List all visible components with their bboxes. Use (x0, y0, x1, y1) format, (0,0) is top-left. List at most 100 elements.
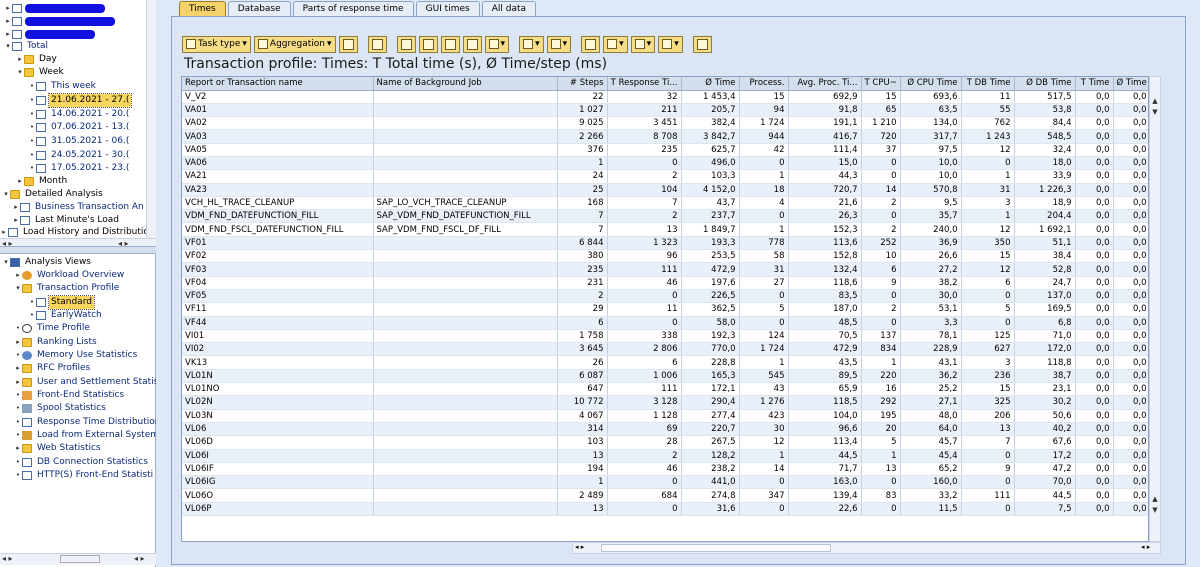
table-cell[interactable]: 83 (861, 488, 901, 503)
table-cell[interactable]: 235 (557, 262, 608, 277)
table-cell[interactable] (373, 262, 558, 277)
table-cell[interactable]: 15 (961, 249, 1015, 264)
table-cell[interactable]: VL01N (182, 369, 374, 384)
table-cell[interactable]: VF05 (182, 289, 374, 304)
table-cell[interactable]: 12 (961, 222, 1015, 237)
table-cell[interactable]: 11 (961, 90, 1015, 104)
table-row[interactable]: VA06 1 0 496,0 0 15,0 0 10,0 0 18,0 0,0 0,0 (182, 156, 1148, 171)
table-cell[interactable]: 172,0 (1014, 342, 1076, 357)
table-row[interactable]: VA03 2 266 8 708 3 842,7 944 416,7 720 317,7 1 2… (182, 129, 1148, 144)
table-cell[interactable]: 13 (557, 502, 608, 517)
table-cell[interactable]: 104,0 (788, 409, 862, 423)
table-cell[interactable]: 944 (739, 129, 789, 144)
table-cell[interactable]: VCH_HL_TRACE_CLEANUP (182, 196, 374, 211)
table-cell[interactable]: 0 (861, 289, 901, 304)
table-cell[interactable]: 317,7 (900, 129, 962, 144)
tab-gui-times[interactable]: GUI times (415, 1, 480, 16)
table-cell[interactable]: 0,0 (1113, 143, 1148, 157)
table-cell[interactable]: 0 (861, 502, 901, 517)
table-cell[interactable]: 193,3 (681, 236, 740, 251)
table-cell[interactable]: 27,2 (900, 262, 962, 277)
table-cell[interactable]: 252 (861, 236, 901, 251)
table-cell[interactable]: 9 (961, 462, 1015, 477)
scroll-thumb[interactable] (60, 555, 100, 563)
table-cell[interactable]: 0,0 (1113, 129, 1148, 144)
table-cell[interactable]: 0,0 (1113, 209, 1148, 224)
table-cell[interactable] (373, 169, 558, 184)
table-cell[interactable]: 6 087 (557, 369, 608, 384)
table-cell[interactable]: VL06 (182, 422, 374, 437)
table-cell[interactable]: 152,3 (788, 222, 862, 237)
table-cell[interactable]: 3 (961, 196, 1015, 211)
table-cell[interactable]: 70,0 (1014, 475, 1076, 490)
table-cell[interactable]: 30 (739, 422, 789, 437)
table-cell[interactable] (373, 302, 558, 317)
table-cell[interactable]: 0,0 (1075, 276, 1114, 290)
table-cell[interactable] (373, 369, 558, 384)
table-cell[interactable]: 0 (861, 209, 901, 224)
tree-total[interactable]: ▾ Total (4, 40, 50, 53)
table-cell[interactable]: 4 (739, 196, 789, 211)
table-cell[interactable]: 231 (557, 276, 608, 290)
table-cell[interactable]: VL06D (182, 435, 374, 450)
table-cell[interactable]: 15,0 (788, 156, 862, 171)
table-cell[interactable]: 0,0 (1113, 116, 1148, 131)
table-cell[interactable]: 50,6 (1014, 409, 1076, 423)
table-cell[interactable]: 29 (557, 302, 608, 317)
table-cell[interactable]: 10 772 (557, 395, 608, 410)
table-cell[interactable]: 6 (861, 262, 901, 277)
table-cell[interactable] (373, 462, 558, 477)
table-cell[interactable]: 0 (739, 502, 789, 517)
table-cell[interactable] (373, 183, 558, 197)
table-cell[interactable]: 111 (607, 382, 682, 397)
table-cell[interactable]: 267,5 (681, 435, 740, 450)
table-cell[interactable]: 197,6 (681, 276, 740, 290)
column-header[interactable]: # Steps (557, 77, 608, 91)
table-cell[interactable]: 1 692,1 (1014, 222, 1076, 237)
table-cell[interactable]: 226,5 (681, 289, 740, 304)
table-cell[interactable]: 71,0 (1014, 329, 1076, 344)
column-header[interactable]: Avg. Proc. Ti... (788, 77, 862, 91)
table-cell[interactable]: 70,5 (788, 329, 862, 344)
table-cell[interactable]: SAP_VDM_FND_DATEFUNCTION_FILL (373, 209, 558, 224)
table-cell[interactable]: 44,3 (788, 169, 862, 184)
table-cell[interactable]: 104 (607, 183, 682, 197)
table-cell[interactable]: 33,2 (900, 488, 962, 503)
table-cell[interactable]: 416,7 (788, 129, 862, 144)
table-cell[interactable]: 67,6 (1014, 435, 1076, 450)
grid-horizontal-scrollbar[interactable]: ◂ ▸ ◂ ▸ (572, 542, 1161, 554)
table-cell[interactable]: VA02 (182, 116, 374, 131)
table-cell[interactable]: 1 (861, 449, 901, 463)
table-cell[interactable]: 26,6 (900, 249, 962, 264)
tree-week-selected[interactable]: • 21.06.2021 - 27.( (28, 93, 133, 108)
table-cell[interactable]: VF02 (182, 249, 374, 264)
table-cell[interactable]: 124 (739, 329, 789, 344)
table-row[interactable]: VDM_FND_FSCL_DATEFUNCTION_FILL SAP_VDM_FN… (182, 222, 1148, 237)
table-cell[interactable]: 290,4 (681, 395, 740, 410)
table-cell[interactable]: 1 (739, 169, 789, 184)
table-cell[interactable]: 1 (557, 475, 608, 490)
tree-this-week[interactable]: • This week (28, 80, 98, 93)
table-cell[interactable]: 2 806 (607, 342, 682, 357)
table-cell[interactable]: VA05 (182, 143, 374, 157)
table-cell[interactable]: 0,0 (1113, 276, 1148, 290)
table-row[interactable]: VL06D 103 28 267,5 12 113,4 5 45,7 7 67,6 0,0 0,0 (182, 435, 1148, 450)
table-cell[interactable]: 0,0 (1113, 262, 1148, 277)
print-button[interactable] (581, 35, 601, 53)
table-cell[interactable]: 1 453,4 (681, 90, 740, 104)
table-cell[interactable]: 2 (861, 196, 901, 211)
sort-ascending-button[interactable] (396, 35, 416, 53)
table-cell[interactable]: 36,9 (900, 236, 962, 251)
table-cell[interactable]: 35,7 (900, 209, 962, 224)
table-cell[interactable]: 2 (861, 222, 901, 237)
table-cell[interactable]: 3 (961, 355, 1015, 370)
aggregation-button[interactable]: Aggregation ▾ (253, 35, 336, 53)
table-cell[interactable]: 65 (861, 103, 901, 118)
table-cell[interactable]: 7 (557, 222, 608, 237)
table-cell[interactable]: VF04 (182, 276, 374, 290)
tree-db-connection[interactable]: • DB Connection Statistics (14, 456, 150, 469)
table-cell[interactable]: 23,1 (1014, 382, 1076, 397)
table-cell[interactable]: 9 (861, 276, 901, 290)
table-cell[interactable]: 0,0 (1075, 209, 1114, 224)
table-cell[interactable]: 111 (607, 262, 682, 277)
